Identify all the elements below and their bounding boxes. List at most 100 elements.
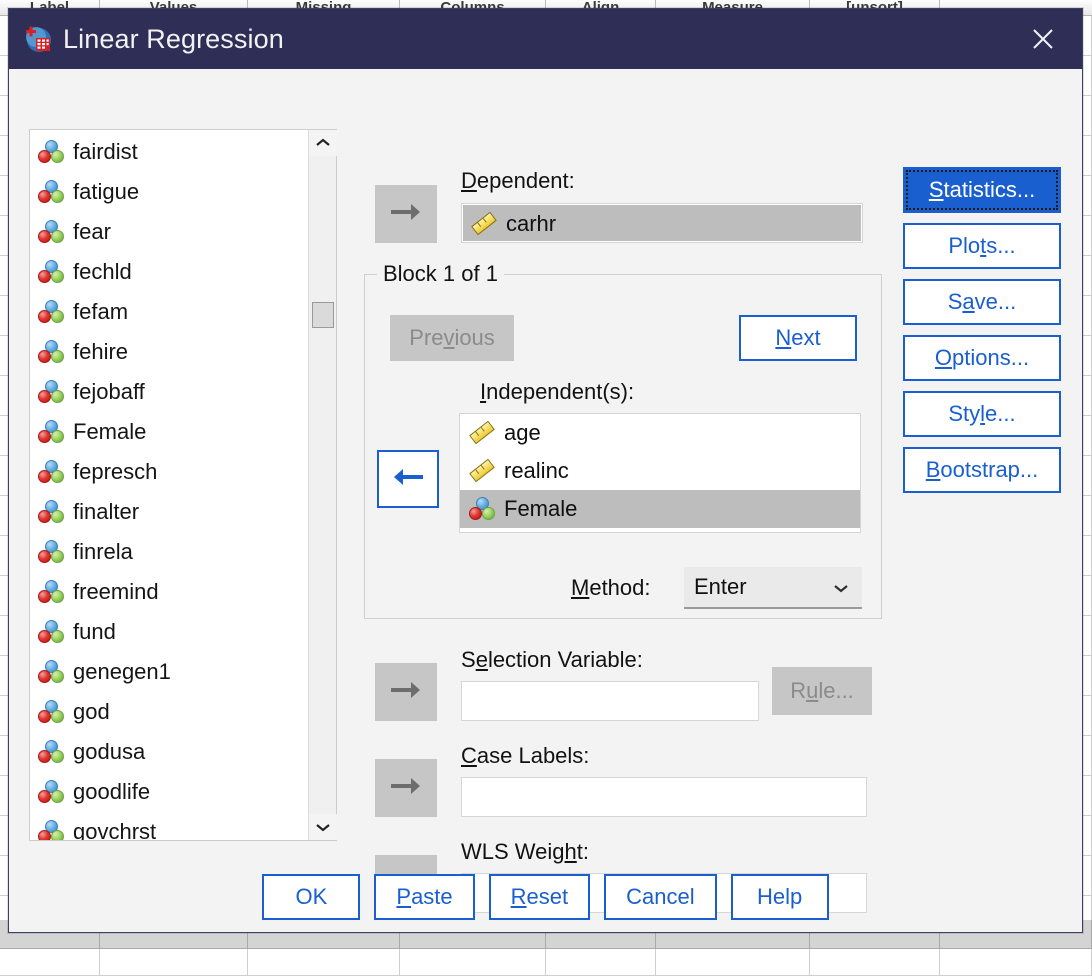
list-item[interactable]: genegen1	[30, 652, 308, 692]
nominal-icon	[38, 260, 64, 284]
arrow-right-icon	[389, 679, 423, 706]
side-button-label: Save...	[948, 289, 1017, 315]
chevron-down-icon[interactable]	[309, 814, 337, 840]
independents-field[interactable]: age realinc Female	[459, 413, 861, 533]
list-item[interactable]: fefam	[30, 292, 308, 332]
list-item[interactable]: fepresch	[30, 452, 308, 492]
variable-name: fatigue	[73, 179, 139, 205]
variable-name: fear	[73, 219, 111, 245]
nominal-icon	[38, 660, 64, 684]
nominal-icon	[38, 460, 64, 484]
list-item[interactable]: fechld	[30, 252, 308, 292]
selection-variable-label: Selection Variable:	[461, 647, 643, 673]
method-label: Method:	[571, 575, 651, 601]
side-button-label: Style...	[948, 401, 1015, 427]
list-item[interactable]: fejobaff	[30, 372, 308, 412]
move-to-dependent-button[interactable]	[375, 185, 437, 243]
linear-regression-dialog: Linear Regression fairdist fatigue fear fec…	[8, 8, 1083, 933]
variable-name: genegen1	[73, 659, 171, 685]
paste-button[interactable]: Paste	[374, 874, 474, 920]
independent-item[interactable]: age	[460, 414, 860, 452]
independent-item[interactable]: Female	[460, 490, 860, 528]
source-variable-list[interactable]: fairdist fatigue fear fechld fefam fehire fejo…	[29, 129, 337, 841]
close-icon[interactable]	[1012, 9, 1074, 69]
spss-app-icon	[23, 24, 53, 54]
dialog-body: fairdist fatigue fear fechld fefam fehire fejo…	[9, 69, 1082, 934]
side-button-bootstrap[interactable]: Bootstrap...	[903, 447, 1061, 493]
nominal-icon	[38, 820, 64, 840]
scrollbar-thumb[interactable]	[312, 302, 334, 328]
list-item[interactable]: finalter	[30, 492, 308, 532]
list-item[interactable]: fehire	[30, 332, 308, 372]
variable-name: fehire	[73, 339, 128, 365]
variable-name: fund	[73, 619, 116, 645]
nominal-icon	[38, 700, 64, 724]
nominal-icon	[38, 500, 64, 524]
side-button-style[interactable]: Style...	[903, 391, 1061, 437]
nominal-icon	[38, 180, 64, 204]
list-item[interactable]: Female	[30, 412, 308, 452]
dependent-field[interactable]: carhr	[461, 203, 863, 243]
variable-name: fefam	[73, 299, 128, 325]
case-labels-value	[462, 778, 866, 816]
side-button-statistics[interactable]: Statistics...	[903, 167, 1061, 213]
variable-name: god	[73, 699, 110, 725]
side-button-label: Statistics...	[929, 177, 1035, 203]
independent-variable-name: realinc	[504, 458, 569, 484]
chevron-down-icon	[832, 574, 850, 600]
scale-icon	[471, 212, 497, 236]
variable-name: finalter	[73, 499, 139, 525]
side-button-plots[interactable]: Plots...	[903, 223, 1061, 269]
nominal-icon	[38, 580, 64, 604]
selection-variable-field[interactable]	[461, 681, 759, 721]
help-button[interactable]: Help	[731, 874, 829, 920]
list-item[interactable]: god	[30, 692, 308, 732]
method-select[interactable]: Enter	[684, 567, 862, 609]
independent-variable-name: age	[504, 420, 541, 446]
list-item[interactable]: freemind	[30, 572, 308, 612]
variable-name: fejobaff	[73, 379, 145, 405]
action-button-label: OK	[295, 884, 327, 910]
move-from-independents-button[interactable]	[377, 450, 439, 508]
nominal-icon	[38, 420, 64, 444]
method-value: Enter	[694, 574, 747, 600]
variable-name: fechld	[73, 259, 132, 285]
side-button-panel: Statistics... Plots... Save... Options... St…	[903, 167, 1061, 503]
rule-button[interactable]: Rule...	[772, 667, 872, 715]
chevron-up-icon[interactable]	[309, 130, 337, 156]
list-item[interactable]: fatigue	[30, 172, 308, 212]
dialog-titlebar: Linear Regression	[9, 9, 1082, 69]
rule-label: Rule...	[790, 678, 854, 704]
action-button-label: Cancel	[626, 884, 694, 910]
list-item[interactable]: godusa	[30, 732, 308, 772]
scale-icon	[469, 459, 495, 483]
ok-button[interactable]: OK	[262, 874, 360, 920]
nominal-icon	[38, 220, 64, 244]
nominal-icon	[38, 380, 64, 404]
variable-list-scrollbar[interactable]	[308, 130, 336, 840]
nominal-icon	[38, 740, 64, 764]
side-button-options[interactable]: Options...	[903, 335, 1061, 381]
previous-button[interactable]: Previous	[390, 315, 514, 361]
move-to-selection-variable-button[interactable]	[375, 663, 437, 721]
case-labels-field[interactable]	[461, 777, 867, 817]
side-button-label: Options...	[935, 345, 1029, 371]
list-item[interactable]: govchrst	[30, 812, 308, 840]
move-to-case-labels-button[interactable]	[375, 759, 437, 817]
side-button-save[interactable]: Save...	[903, 279, 1061, 325]
variable-name: godusa	[73, 739, 145, 765]
cancel-button[interactable]: Cancel	[604, 874, 716, 920]
list-item[interactable]: goodlife	[30, 772, 308, 812]
reset-button[interactable]: Reset	[489, 874, 590, 920]
source-variable-list-items[interactable]: fairdist fatigue fear fechld fefam fehire fejo…	[30, 130, 308, 840]
list-item[interactable]: fund	[30, 612, 308, 652]
list-item[interactable]: fear	[30, 212, 308, 252]
arrow-left-icon	[391, 466, 425, 493]
next-button[interactable]: Next	[739, 315, 857, 361]
case-labels-label: Case Labels:	[461, 743, 589, 769]
scale-icon	[469, 421, 495, 445]
dependent-value-row[interactable]: carhr	[462, 204, 862, 244]
list-item[interactable]: fairdist	[30, 132, 308, 172]
independent-item[interactable]: realinc	[460, 452, 860, 490]
list-item[interactable]: finrela	[30, 532, 308, 572]
